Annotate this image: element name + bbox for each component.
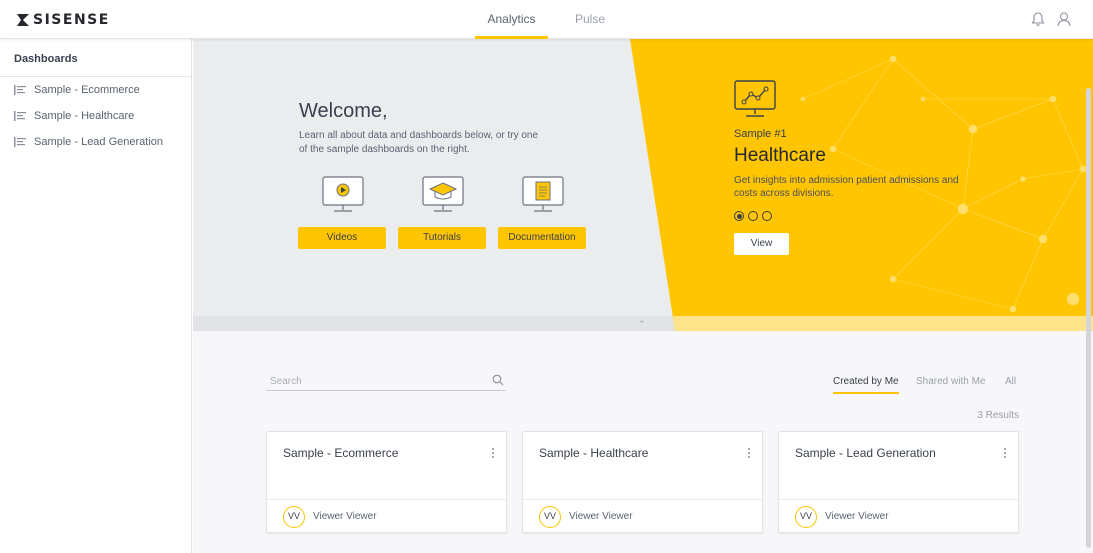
- search-input[interactable]: [266, 372, 486, 391]
- card-title: Sample - Lead Generation: [795, 446, 936, 460]
- sidebar-item-ecommerce[interactable]: Sample - Ecommerce: [0, 77, 191, 103]
- sisense-logo-icon: [17, 14, 29, 26]
- graduation-cap-monitor-icon: [422, 176, 464, 212]
- sidebar-item-healthcare[interactable]: Sample - Healthcare: [0, 103, 191, 129]
- filter-created-by-me[interactable]: Created by Me: [833, 376, 899, 394]
- carousel-dot[interactable]: [748, 211, 758, 221]
- owner-name: Viewer Viewer: [825, 511, 889, 522]
- dashboard-icon: [14, 85, 26, 95]
- logo-text: SISENSE: [33, 12, 110, 28]
- welcome-banner: Welcome, Learn all about data and dashbo…: [193, 39, 1093, 331]
- dashboard-card[interactable]: Sample - Healthcare VV Viewer Viewer: [522, 431, 763, 533]
- dashboard-icon: [14, 111, 26, 121]
- sidebar: Dashboards Sample - Ecommerce Sample - H…: [0, 39, 192, 553]
- carousel-indicator: [734, 211, 772, 221]
- owner-name: Viewer Viewer: [569, 511, 633, 522]
- card-title: Sample - Ecommerce: [283, 446, 399, 460]
- sidebar-item-label: Sample - Lead Generation: [34, 136, 164, 148]
- sample-number: Sample #1: [734, 128, 787, 140]
- search-box: [266, 371, 506, 391]
- tab-analytics[interactable]: Analytics: [475, 0, 548, 39]
- dashboard-card[interactable]: Sample - Lead Generation VV Viewer Viewe…: [778, 431, 1019, 533]
- dashboard-list: Sample - Ecommerce Sample - Healthcare S…: [0, 77, 191, 155]
- top-bar: SISENSE Analytics Pulse: [0, 0, 1093, 39]
- carousel-dot[interactable]: [762, 211, 772, 221]
- tutorials-button[interactable]: Tutorials: [398, 227, 486, 249]
- scrollbar[interactable]: [1086, 88, 1091, 548]
- sidebar-item-label: Sample - Healthcare: [34, 110, 135, 122]
- avatar: VV: [283, 506, 305, 528]
- main-content: Welcome, Learn all about data and dashbo…: [193, 39, 1093, 553]
- welcome-text: Learn all about data and dashboards belo…: [299, 130, 539, 155]
- documentation-button[interactable]: Documentation: [498, 227, 586, 249]
- avatar: VV: [795, 506, 817, 528]
- sisense-logo[interactable]: SISENSE: [16, 12, 110, 28]
- welcome-title: Welcome,: [299, 100, 388, 122]
- more-vertical-icon[interactable]: [744, 446, 754, 460]
- bell-icon[interactable]: [1030, 11, 1046, 27]
- document-monitor-icon: [522, 176, 564, 212]
- card-title: Sample - Healthcare: [539, 446, 649, 460]
- sidebar-title: Dashboards: [0, 39, 191, 77]
- collapse-chevron-icon[interactable]: ⌃: [638, 319, 646, 330]
- more-vertical-icon[interactable]: [488, 446, 498, 460]
- carousel-dot[interactable]: [734, 211, 744, 221]
- filter-shared-with-me[interactable]: Shared with Me: [916, 376, 985, 394]
- sidebar-item-lead-generation[interactable]: Sample - Lead Generation: [0, 129, 191, 155]
- view-button[interactable]: View: [734, 233, 789, 255]
- search-icon[interactable]: [492, 374, 504, 386]
- sample-description: Get insights into admission patient admi…: [734, 175, 959, 199]
- sidebar-item-label: Sample - Ecommerce: [34, 84, 140, 96]
- avatar: VV: [539, 506, 561, 528]
- video-monitor-icon: [322, 176, 364, 212]
- owner-name: Viewer Viewer: [313, 511, 377, 522]
- analytics-monitor-icon: [734, 80, 776, 117]
- dashboard-icon: [14, 137, 26, 147]
- card-footer: VV Viewer Viewer: [779, 499, 1018, 533]
- dashboard-card[interactable]: Sample - Ecommerce VV Viewer Viewer: [266, 431, 507, 533]
- sample-title: Healthcare: [734, 145, 826, 166]
- videos-button[interactable]: Videos: [298, 227, 386, 249]
- user-icon[interactable]: [1056, 11, 1072, 27]
- card-footer: VV Viewer Viewer: [523, 499, 762, 533]
- card-footer: VV Viewer Viewer: [267, 499, 506, 533]
- results-count: 3 Results: [977, 410, 1019, 421]
- tab-pulse[interactable]: Pulse: [565, 0, 615, 39]
- filter-all[interactable]: All: [1005, 376, 1016, 394]
- more-vertical-icon[interactable]: [1000, 446, 1010, 460]
